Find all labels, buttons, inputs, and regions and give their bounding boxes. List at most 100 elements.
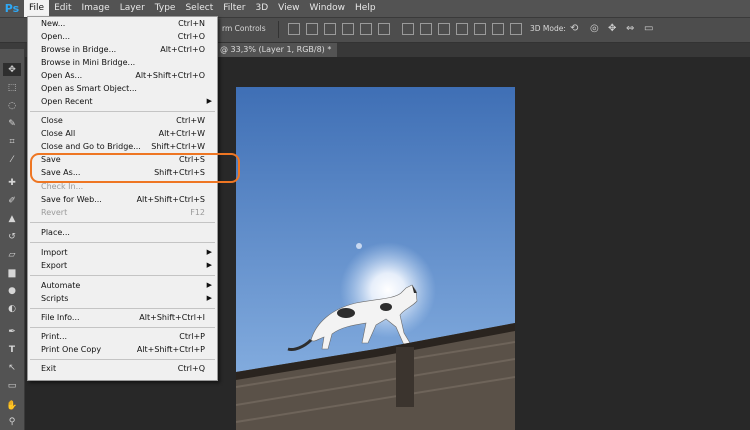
type-tool-icon[interactable]: T xyxy=(3,343,21,356)
menu-item-browse-mini-bridge[interactable]: Browse in Mini Bridge... xyxy=(28,57,217,70)
menu-item-open-recent[interactable]: Open Recent ▶ xyxy=(28,96,217,109)
align-left-icon[interactable] xyxy=(342,23,354,35)
menu-item-shortcut: Alt+Shift+Ctrl+I xyxy=(139,313,205,322)
menu-item-automate[interactable]: Automate ▶ xyxy=(28,280,217,293)
gradient-tool-icon[interactable]: ▆ xyxy=(3,266,21,279)
clone-stamp-tool-icon[interactable]: ▲ xyxy=(3,212,21,225)
eraser-tool-icon[interactable]: ▱ xyxy=(3,248,21,261)
eyedropper-tool-icon[interactable]: ⁄ xyxy=(3,153,21,166)
menu-view[interactable]: View xyxy=(273,0,304,17)
brush-tool-icon[interactable]: ✐ xyxy=(3,194,21,207)
menu-image[interactable]: Image xyxy=(77,0,115,17)
3d-scale-icon[interactable]: ▭ xyxy=(644,23,653,34)
lasso-tool-icon[interactable]: ◌ xyxy=(3,99,21,112)
menu-item-shortcut: Alt+Ctrl+W xyxy=(158,129,205,138)
menu-item-open-smart-object[interactable]: Open as Smart Object... xyxy=(28,83,217,96)
menu-item-close[interactable]: Close Ctrl+W xyxy=(28,115,217,128)
align-horizontal-center-icon[interactable] xyxy=(360,23,372,35)
menu-item-shortcut: F12 xyxy=(190,208,205,217)
menu-item-export[interactable]: Export ▶ xyxy=(28,260,217,273)
align-vertical-center-icon[interactable] xyxy=(306,23,318,35)
align-bottom-icon[interactable] xyxy=(324,23,336,35)
menu-item-label: Scripts xyxy=(41,294,69,303)
menu-item-save-for-web[interactable]: Save for Web... Alt+Shift+Ctrl+S xyxy=(28,194,217,207)
blur-tool-icon[interactable]: ● xyxy=(3,284,21,297)
auto-align-icon[interactable] xyxy=(510,23,522,35)
menu-item-label: Open Recent xyxy=(41,97,93,106)
zoom-tool-icon[interactable]: ⚲ xyxy=(3,415,21,428)
menu-item-shortcut: Ctrl+Q xyxy=(177,364,205,373)
menu-file[interactable]: File xyxy=(24,0,50,17)
rectangle-tool-icon[interactable]: ▭ xyxy=(3,379,21,392)
menu-type[interactable]: Type xyxy=(150,0,181,17)
menu-item-print[interactable]: Print... Ctrl+P xyxy=(28,331,217,344)
history-brush-tool-icon[interactable]: ↺ xyxy=(3,230,21,243)
menu-item-browse-bridge[interactable]: Browse in Bridge... Alt+Ctrl+O xyxy=(28,44,217,57)
quick-selection-tool-icon[interactable]: ✎ xyxy=(3,117,21,130)
menu-item-label: Import xyxy=(41,248,68,257)
menu-item-label: File Info... xyxy=(41,313,80,322)
distribute-top-icon[interactable] xyxy=(402,23,414,35)
3d-pan-icon[interactable]: ✥ xyxy=(608,23,616,34)
document-tab[interactable]: @ 33,3% (Layer 1, RGB/8) * xyxy=(214,43,338,57)
3d-slide-icon[interactable]: ⇔ xyxy=(626,23,634,34)
menu-item-shortcut: Alt+Shift+Ctrl+S xyxy=(136,195,205,204)
menu-item-shortcut: Shift+Ctrl+W xyxy=(151,142,205,151)
align-top-icon[interactable] xyxy=(288,23,300,35)
divider xyxy=(278,21,279,38)
menu-item-label: Browse in Mini Bridge... xyxy=(41,58,136,67)
3d-roll-icon[interactable]: ◎ xyxy=(590,23,599,34)
submenu-arrow-icon: ▶ xyxy=(206,248,212,256)
menu-separator xyxy=(30,308,215,309)
menu-item-label: Export xyxy=(41,261,68,270)
healing-brush-tool-icon[interactable]: ✚ xyxy=(3,176,21,189)
menu-item-shortcut: Ctrl+O xyxy=(177,32,205,41)
menu-window[interactable]: Window xyxy=(305,0,351,17)
menu-item-label: Close and Go to Bridge... xyxy=(41,142,141,151)
document-image[interactable] xyxy=(236,87,515,430)
menu-item-shortcut: Ctrl+N xyxy=(178,19,205,28)
menu-item-file-info[interactable]: File Info... Alt+Shift+Ctrl+I xyxy=(28,312,217,325)
hand-tool-icon[interactable]: ✋ xyxy=(3,399,21,412)
menu-item-open[interactable]: Open... Ctrl+O xyxy=(28,31,217,44)
menu-item-open-as[interactable]: Open As... Alt+Shift+Ctrl+O xyxy=(28,70,217,83)
menu-item-exit[interactable]: Exit Ctrl+Q xyxy=(28,363,217,376)
menu-item-close-all[interactable]: Close All Alt+Ctrl+W xyxy=(28,128,217,141)
menu-item-label: Check In... xyxy=(41,182,84,191)
path-selection-tool-icon[interactable]: ↖ xyxy=(3,361,21,374)
distribute-horizontal-center-icon[interactable] xyxy=(474,23,486,35)
menu-help[interactable]: Help xyxy=(350,0,381,17)
photoshop-logo: Ps xyxy=(4,2,20,15)
menu-item-import[interactable]: Import ▶ xyxy=(28,247,217,260)
menu-item-label: Revert xyxy=(41,208,68,217)
distribute-vertical-center-icon[interactable] xyxy=(420,23,432,35)
marquee-tool-icon[interactable]: ⬚ xyxy=(3,81,21,94)
3d-rotate-icon[interactable]: ⟲ xyxy=(570,23,578,34)
distribute-right-icon[interactable] xyxy=(492,23,504,35)
menu-select[interactable]: Select xyxy=(180,0,218,17)
submenu-arrow-icon: ▶ xyxy=(206,294,212,302)
menu-item-label: Close xyxy=(41,116,63,125)
dodge-tool-icon[interactable]: ◐ xyxy=(3,302,21,315)
align-right-icon[interactable] xyxy=(378,23,390,35)
transform-controls-label[interactable]: rm Controls xyxy=(222,24,266,33)
menu-item-shortcut: Ctrl+P xyxy=(179,332,205,341)
menu-item-shortcut: Alt+Shift+Ctrl+P xyxy=(136,345,205,354)
menu-filter[interactable]: Filter xyxy=(218,0,250,17)
menu-separator xyxy=(30,111,215,112)
menu-item-label: Close All xyxy=(41,129,76,138)
pen-tool-icon[interactable]: ✒ xyxy=(3,325,21,338)
move-tool-icon[interactable]: ✥ xyxy=(3,63,21,76)
menu-3d[interactable]: 3D xyxy=(251,0,274,17)
submenu-arrow-icon: ▶ xyxy=(206,97,212,105)
menu-item-new[interactable]: New... Ctrl+N xyxy=(28,18,217,31)
menu-item-place[interactable]: Place... xyxy=(28,227,217,240)
menu-edit[interactable]: Edit xyxy=(49,0,76,17)
distribute-left-icon[interactable] xyxy=(456,23,468,35)
panel-collapse-bar[interactable] xyxy=(0,43,24,49)
menu-layer[interactable]: Layer xyxy=(115,0,150,17)
menu-item-print-one-copy[interactable]: Print One Copy Alt+Shift+Ctrl+P xyxy=(28,344,217,357)
crop-tool-icon[interactable]: ⌗ xyxy=(3,135,21,148)
menu-item-scripts[interactable]: Scripts ▶ xyxy=(28,293,217,306)
distribute-bottom-icon[interactable] xyxy=(438,23,450,35)
